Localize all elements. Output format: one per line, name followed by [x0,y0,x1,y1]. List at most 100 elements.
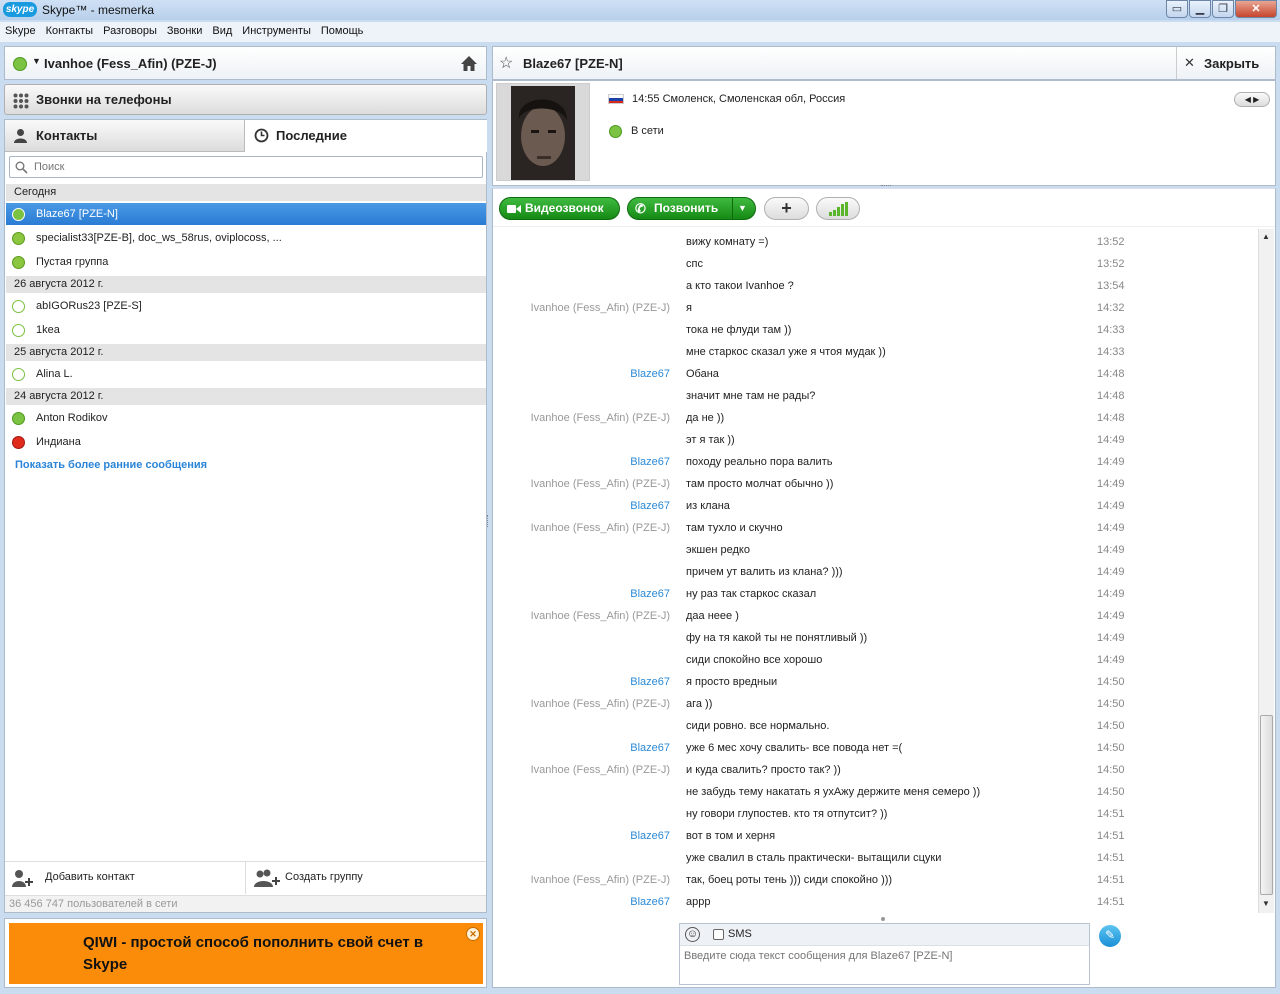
qiwi-ad-banner[interactable]: QIWI - простой способ пополнить свой сче… [9,923,483,984]
splitter-handle[interactable] [487,515,490,527]
message-author[interactable]: Ivanhoe (Fess_Afin) (PZE-J) [531,869,670,891]
menu-help[interactable]: Помощь [316,22,369,37]
message-author[interactable]: Blaze67 [630,825,670,847]
message-input[interactable] [684,950,1084,980]
create-group-button[interactable]: Создать группу [246,862,486,894]
window-extra-button[interactable]: ▭ [1166,0,1188,18]
menu-conversations[interactable]: Разговоры [98,22,162,37]
video-call-button[interactable]: Видеозвонок [499,197,620,220]
message-author[interactable]: Ivanhoe (Fess_Afin) (PZE-J) [531,759,670,781]
close-window-button[interactable]: ✕ [1235,0,1277,18]
message-author[interactable]: Blaze67 [630,737,670,759]
recent-item-group-chat[interactable]: specialist33[PZE-B], doc_ws_58rus, ovipl… [6,227,486,249]
clock-icon [254,128,269,143]
call-quality-button[interactable] [816,197,860,220]
recent-item-label: Anton Rodikov [36,412,108,424]
call-phones-button[interactable]: Звонки на телефоны [4,84,487,115]
message-row: экшен редко 14:49 [498,539,1258,561]
maximize-button[interactable]: ❐ [1212,0,1234,18]
message-text: Обана [686,368,719,380]
add-to-call-button[interactable]: + [764,197,809,220]
scrollbar-thumb[interactable] [1260,715,1273,895]
message-author[interactable]: Ivanhoe (Fess_Afin) (PZE-J) [531,473,670,495]
recent-item-indiana[interactable]: Индиана [6,431,486,453]
message-author[interactable]: Blaze67 [630,583,670,605]
minimize-button[interactable]: ▁ [1189,0,1211,18]
show-earlier-link[interactable]: Показать более ранние сообщения [15,459,207,471]
add-contact-label: Добавить контакт [45,871,135,883]
create-group-label: Создать группу [285,871,363,883]
call-button[interactable]: ✆ Позвонить ▼ [627,197,756,220]
message-time: 14:33 [1097,346,1125,358]
person-icon [14,129,27,143]
tab-contacts[interactable]: Контакты [5,120,245,152]
send-message-icon[interactable]: ✎ [1099,925,1121,947]
close-chat-button[interactable]: Закрыть [1204,56,1259,71]
status-dropdown-icon[interactable]: ▼ [32,56,41,66]
emoticon-icon[interactable]: ☺ [685,927,700,942]
menu-contacts[interactable]: Контакты [41,22,99,37]
menu-view[interactable]: Вид [207,22,237,37]
recent-item-empty-group[interactable]: Пустая группа [6,251,486,273]
home-icon[interactable] [460,55,478,72]
message-author[interactable]: Ivanhoe (Fess_Afin) (PZE-J) [531,517,670,539]
message-author[interactable]: Blaze67 [630,495,670,517]
menu-calls[interactable]: Звонки [162,22,208,37]
online-status-icon[interactable] [13,57,27,71]
chat-header: ☆ Blaze67 [PZE-N] ✕ Закрыть [492,46,1276,80]
message-row: Blaze67 аррр 14:51 [498,891,1258,913]
menu-skype[interactable]: Skype [0,22,41,37]
message-text: я просто вредныи [686,676,778,688]
add-contact-button[interactable]: Добавить контакт [5,862,245,894]
group-header-aug25: 25 августа 2012 г. [6,344,486,361]
call-options-dropdown-icon[interactable]: ▼ [738,198,747,219]
contact-info-nav[interactable]: ◀ ▶ [1234,92,1270,107]
message-input-box[interactable]: ☺ SMS [679,923,1090,985]
close-icon[interactable]: ✕ [1184,55,1195,71]
message-author[interactable]: Blaze67 [630,891,670,913]
message-author[interactable]: Blaze67 [630,451,670,473]
message-author[interactable]: Blaze67 [630,363,670,385]
recent-item-label: Пустая группа [36,256,109,268]
message-author[interactable]: Ivanhoe (Fess_Afin) (PZE-J) [531,605,670,627]
sms-checkbox[interactable] [713,929,724,940]
ad-text: QIWI - простой способ пополнить свой сче… [83,934,424,973]
search-input[interactable] [34,159,474,175]
favorite-star-icon[interactable]: ☆ [499,53,513,73]
recent-item-blaze67[interactable]: Blaze67 [PZE-N] [6,203,486,225]
menu-tools[interactable]: Инструменты [237,22,316,37]
video-call-label: Видеозвонок [525,201,604,215]
recent-item-label: specialist33[PZE-B], doc_ws_58rus, ovipl… [36,232,282,244]
chat-scrollbar[interactable]: ▲ ▼ [1258,229,1274,913]
recent-item-label: abIGORus23 [PZE-S] [36,300,142,312]
profile-name[interactable]: Ivanhoe (Fess_Afin) (PZE-J) [44,56,217,71]
message-author[interactable]: Ivanhoe (Fess_Afin) (PZE-J) [531,407,670,429]
recent-item-alina[interactable]: Alina L. [6,363,486,385]
tab-recent[interactable]: Последние [245,120,487,152]
message-row: уже свалил в сталь практически- вытащили… [498,847,1258,869]
scroll-down-icon[interactable]: ▼ [1262,899,1270,908]
online-users-count: 36 456 747 пользователей в сети [5,895,486,912]
resize-handle[interactable] [881,185,891,187]
recent-item-abigorus23[interactable]: abIGORus23 [PZE-S] [6,295,486,317]
resize-handle[interactable] [881,917,885,921]
message-author[interactable]: Blaze67 [630,671,670,693]
recent-item-anton-rodikov[interactable]: Anton Rodikov [6,407,486,429]
search-field[interactable] [9,156,483,178]
message-author[interactable]: Ivanhoe (Fess_Afin) (PZE-J) [531,693,670,715]
skype-logo-icon: skype [3,2,37,17]
message-row: Blaze67 походу реально пора валить 14:49 [498,451,1258,473]
divider [732,198,733,219]
message-text: экшен редко [686,544,750,556]
message-text: походу реально пора валить [686,456,833,468]
scroll-up-icon[interactable]: ▲ [1262,232,1270,241]
chat-contact-name: Blaze67 [PZE-N] [523,56,623,71]
contact-avatar[interactable] [496,83,590,181]
message-time: 14:50 [1097,786,1125,798]
online-status-icon [12,208,25,221]
recent-item-1kea[interactable]: 1kea [6,319,486,341]
close-ad-icon[interactable]: ✕ [466,927,480,941]
message-text: значит мне там не рады? [686,390,816,402]
message-author[interactable]: Ivanhoe (Fess_Afin) (PZE-J) [531,297,670,319]
group-header-aug26: 26 августа 2012 г. [6,276,486,293]
